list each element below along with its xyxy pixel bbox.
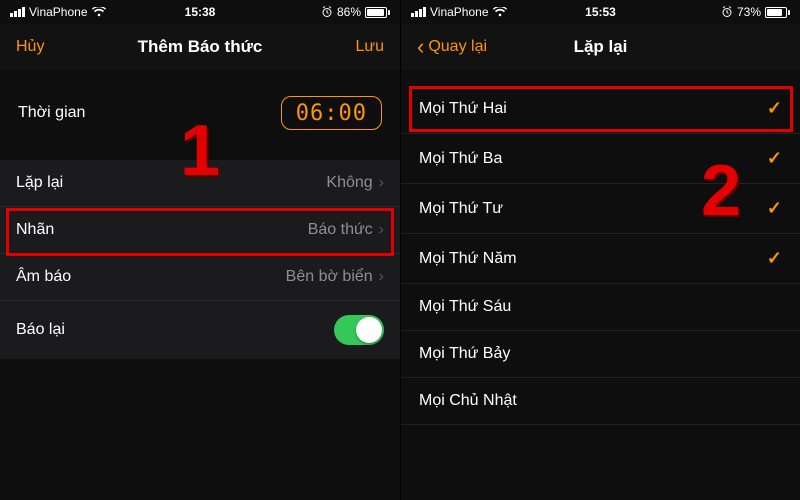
row-sound-key: Âm báo [16, 268, 71, 286]
chevron-right-icon: › [379, 268, 384, 286]
row-sound[interactable]: Âm báo Bên bờ biển › [0, 254, 400, 301]
day-label: Mọi Thứ Hai [419, 100, 507, 118]
clock-label: 15:53 [401, 5, 800, 19]
day-row-fri[interactable]: Mọi Thứ Sáu [401, 284, 800, 331]
day-label: Mọi Thứ Tư [419, 200, 503, 218]
day-list: Mọi Thứ Hai ✓ Mọi Thứ Ba ✓ Mọi Thứ Tư ✓ Mọi… [401, 84, 800, 425]
row-snooze-key: Báo lại [16, 321, 65, 339]
day-row-thu[interactable]: Mọi Thứ Năm ✓ [401, 234, 800, 284]
day-label: Mọi Chủ Nhật [419, 392, 517, 410]
day-row-wed[interactable]: Mọi Thứ Tư ✓ [401, 184, 800, 234]
time-value: 06:00 [296, 101, 367, 126]
nav-bar: ‹ Quay lại Lặp lại . [401, 24, 800, 70]
chevron-right-icon: › [379, 174, 384, 192]
back-button[interactable]: ‹ Quay lại [417, 36, 487, 58]
time-row: Thời gian 06:00 [0, 70, 400, 160]
row-repeat-key: Lặp lại [16, 174, 63, 192]
back-label: Quay lại [428, 38, 487, 56]
check-icon: ✓ [767, 248, 782, 269]
nav-bar: Hủy Thêm Báo thức Lưu [0, 24, 400, 70]
battery-icon [765, 7, 790, 18]
day-label: Mọi Thứ Năm [419, 250, 517, 268]
day-label: Mọi Thứ Ba [419, 150, 502, 168]
row-repeat-val: Không [326, 174, 372, 192]
screen-repeat: VinaPhone 15:53 73% ‹ Quay lại Lặp lại . [400, 0, 800, 500]
screen-add-alarm: VinaPhone 15:38 86% Hủy Thêm Báo thức Lư… [0, 0, 400, 500]
check-icon: ✓ [767, 98, 782, 119]
time-label: Thời gian [18, 104, 85, 122]
day-row-mon[interactable]: Mọi Thứ Hai ✓ [401, 84, 800, 134]
row-label-val: Báo thức [308, 221, 373, 239]
time-picker[interactable]: 06:00 [281, 96, 382, 130]
status-bar: VinaPhone 15:38 86% [0, 0, 400, 24]
row-label[interactable]: Nhãn Báo thức › [0, 207, 400, 254]
clock-label: 15:38 [0, 5, 400, 19]
day-row-sat[interactable]: Mọi Thứ Bảy [401, 331, 800, 378]
save-button[interactable]: Lưu [355, 38, 384, 56]
row-label-key: Nhãn [16, 221, 54, 239]
cancel-button[interactable]: Hủy [16, 38, 44, 56]
battery-icon [365, 7, 390, 18]
day-row-sun[interactable]: Mọi Chủ Nhật [401, 378, 800, 425]
day-row-tue[interactable]: Mọi Thứ Ba ✓ [401, 134, 800, 184]
snooze-toggle[interactable] [334, 315, 384, 345]
row-repeat[interactable]: Lặp lại Không › [0, 160, 400, 207]
alarm-options-list: Lặp lại Không › Nhãn Báo thức › Âm báo Bên… [0, 160, 400, 359]
chevron-left-icon: ‹ [417, 36, 424, 58]
row-sound-val: Bên bờ biển [286, 268, 373, 286]
chevron-right-icon: › [379, 221, 384, 239]
check-icon: ✓ [767, 148, 782, 169]
status-bar: VinaPhone 15:53 73% [401, 0, 800, 24]
check-icon: ✓ [767, 198, 782, 219]
day-label: Mọi Thứ Sáu [419, 298, 511, 316]
day-label: Mọi Thứ Bảy [419, 345, 510, 363]
row-snooze: Báo lại [0, 301, 400, 359]
nav-title: Thêm Báo thức [0, 37, 400, 57]
